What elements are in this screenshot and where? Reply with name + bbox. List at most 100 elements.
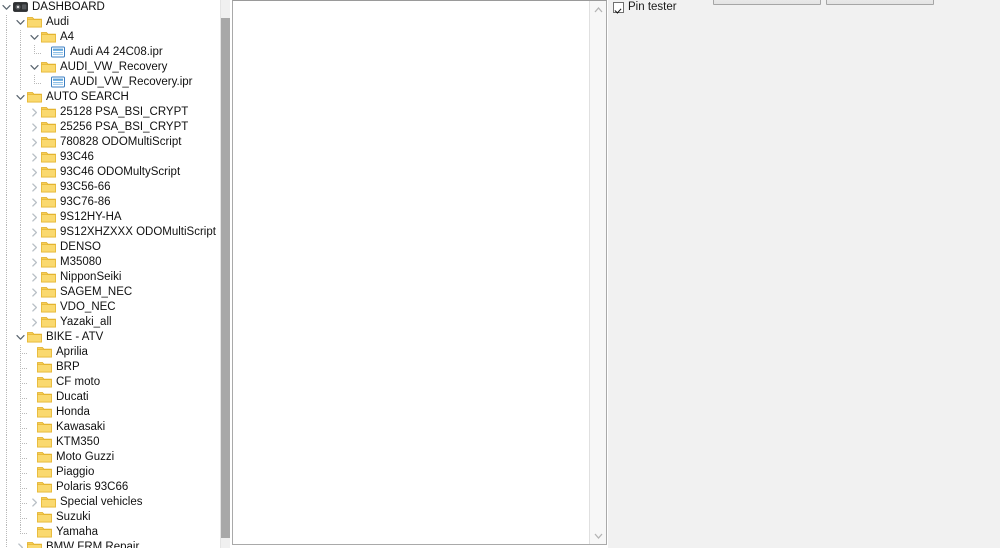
- tree-item-ktm350[interactable]: KTM350: [0, 435, 220, 450]
- chevron-down-icon[interactable]: [14, 15, 27, 30]
- tree-item-93c46[interactable]: 93C46: [0, 150, 220, 165]
- tree-item-93c76-86[interactable]: 93C76-86: [0, 195, 220, 210]
- chevron-right-icon[interactable]: [28, 240, 41, 255]
- tree-guide-line: [14, 105, 28, 120]
- tree-item-9s12xhzxxx-odomultiscript[interactable]: 9S12XHZXXX ODOMultiScript: [0, 225, 220, 240]
- tree-item-vdo-nec[interactable]: VDO_NEC: [0, 300, 220, 315]
- write-sr-button[interactable]: Write SR: [826, 0, 934, 5]
- tree-guide-line: [14, 195, 28, 210]
- tree-scrollbar[interactable]: [220, 0, 230, 548]
- tree-guide-line: [14, 405, 28, 420]
- tree-guide-line: [0, 330, 14, 345]
- read-sr-button[interactable]: Read SR: [713, 0, 821, 5]
- chevron-right-icon[interactable]: [28, 270, 41, 285]
- tree-item-93c46-odomultyscript[interactable]: 93C46 ODOMultyScript: [0, 165, 220, 180]
- tree-guide-line: [14, 300, 28, 315]
- center-content-panel[interactable]: [232, 0, 607, 545]
- chevron-right-icon[interactable]: [28, 315, 41, 330]
- tree-item-label: 9S12XHZXXX ODOMultiScript: [60, 226, 216, 238]
- chevron-right-icon[interactable]: [28, 105, 41, 120]
- chevron-right-icon[interactable]: [28, 180, 41, 195]
- scroll-down-icon[interactable]: [590, 527, 606, 544]
- tree-item-special-vehicles[interactable]: Special vehicles: [0, 495, 220, 510]
- tree-item-m35080[interactable]: M35080: [0, 255, 220, 270]
- center-content-area[interactable]: [234, 1, 589, 543]
- tree-item-dashboard[interactable]: DASHBOARD: [0, 0, 220, 15]
- tree-item-9s12hy-ha[interactable]: 9S12HY-HA: [0, 210, 220, 225]
- tree-item-93c56-66[interactable]: 93C56-66: [0, 180, 220, 195]
- tree-item-label: M35080: [60, 256, 102, 268]
- folder-icon: [37, 510, 53, 525]
- tree-scrollbar-track-top[interactable]: [221, 0, 230, 17]
- tree-item-piaggio[interactable]: Piaggio: [0, 465, 220, 480]
- chevron-right-icon[interactable]: [28, 165, 41, 180]
- tree-chevron-spacer: [42, 75, 51, 90]
- tree-chevron-spacer: [28, 465, 37, 480]
- chevron-right-icon[interactable]: [28, 300, 41, 315]
- tree-guide-line: [0, 495, 14, 510]
- scroll-up-icon[interactable]: [590, 1, 606, 18]
- tree-guide-line: [0, 285, 14, 300]
- tree-item-nipponseiki[interactable]: NipponSeiki: [0, 270, 220, 285]
- tree-item-suzuki[interactable]: Suzuki: [0, 510, 220, 525]
- tree-item-polaris-93c66[interactable]: Polaris 93C66: [0, 480, 220, 495]
- chevron-right-icon[interactable]: [28, 195, 41, 210]
- tree-guide-line: [14, 120, 28, 135]
- chevron-right-icon[interactable]: [28, 495, 41, 510]
- tree-item-yazaki-all[interactable]: Yazaki_all: [0, 315, 220, 330]
- tree-item-brp[interactable]: BRP: [0, 360, 220, 375]
- tree-item-25128-psa-bsi-crypt[interactable]: 25128 PSA_BSI_CRYPT: [0, 105, 220, 120]
- tree-guide-line: [14, 45, 28, 60]
- checkbox-checked-icon[interactable]: [613, 1, 624, 13]
- chevron-right-icon[interactable]: [28, 210, 41, 225]
- chevron-down-icon[interactable]: [14, 330, 27, 345]
- folder-icon: [41, 120, 57, 135]
- tree-item-denso[interactable]: DENSO: [0, 240, 220, 255]
- chevron-right-icon[interactable]: [28, 255, 41, 270]
- tree-item-audi-a4-24c08-ipr[interactable]: Audi A4 24C08.ipr: [0, 45, 220, 60]
- tree-item-moto-guzzi[interactable]: Moto Guzzi: [0, 450, 220, 465]
- tree-item-yamaha[interactable]: Yamaha: [0, 525, 220, 540]
- tree-guide-line: [0, 405, 14, 420]
- tree-chevron-spacer: [28, 525, 37, 540]
- folder-icon: [27, 15, 43, 30]
- tree-guide-line: [0, 420, 14, 435]
- chevron-down-icon[interactable]: [28, 60, 41, 75]
- tree-item-bike-atv[interactable]: BIKE - ATV: [0, 330, 220, 345]
- center-scrollbar[interactable]: [589, 1, 606, 544]
- pin-tester-checkbox[interactable]: Pin tester: [613, 1, 677, 13]
- tree-scrollbar-thumb[interactable]: [221, 18, 230, 538]
- tree-item-audi-vw-recovery[interactable]: AUDI_VW_Recovery: [0, 60, 220, 75]
- tree-item-audi[interactable]: Audi: [0, 15, 220, 30]
- tree-item-auto-search[interactable]: AUTO SEARCH: [0, 90, 220, 105]
- chevron-right-icon[interactable]: [28, 135, 41, 150]
- tree-item-aprilia[interactable]: Aprilia: [0, 345, 220, 360]
- tree-item-sagem-nec[interactable]: SAGEM_NEC: [0, 285, 220, 300]
- tree-guide-line: [14, 225, 28, 240]
- tree-item-honda[interactable]: Honda: [0, 405, 220, 420]
- pin-tester-label: Pin tester: [628, 1, 677, 13]
- chevron-right-icon[interactable]: [28, 225, 41, 240]
- chevron-right-icon[interactable]: [14, 540, 27, 548]
- tree-item-780828-odomultiscript[interactable]: 780828 ODOMultiScript: [0, 135, 220, 150]
- tree-guide-line: [14, 135, 28, 150]
- chevron-right-icon[interactable]: [28, 150, 41, 165]
- tree-item-ducati[interactable]: Ducati: [0, 390, 220, 405]
- tree-item-label: Kawasaki: [56, 421, 106, 433]
- chevron-right-icon[interactable]: [28, 120, 41, 135]
- tree-item-cf-moto[interactable]: CF moto: [0, 375, 220, 390]
- tree-item-audi-vw-recovery-ipr[interactable]: AUDI_VW_Recovery.ipr: [0, 75, 220, 90]
- chevron-down-icon[interactable]: [14, 90, 27, 105]
- tree-item-25256-psa-bsi-crypt[interactable]: 25256 PSA_BSI_CRYPT: [0, 120, 220, 135]
- tree-item-a4[interactable]: A4: [0, 30, 220, 45]
- tree-guide-line: [0, 480, 14, 495]
- tree-item-bmw-frm-repair[interactable]: BMW FRM Repair: [0, 540, 220, 548]
- project-tree-panel[interactable]: DASHBOARD Audi A4 Audi A4 24C08.ipr AUDI_VW_…: [0, 0, 220, 548]
- chevron-down-icon[interactable]: [0, 0, 13, 15]
- tree-item-kawasaki[interactable]: Kawasaki: [0, 420, 220, 435]
- tree-guide-line: [0, 75, 14, 90]
- folder-icon: [41, 105, 57, 120]
- folder-icon: [41, 315, 57, 330]
- chevron-right-icon[interactable]: [28, 285, 41, 300]
- chevron-down-icon[interactable]: [28, 30, 41, 45]
